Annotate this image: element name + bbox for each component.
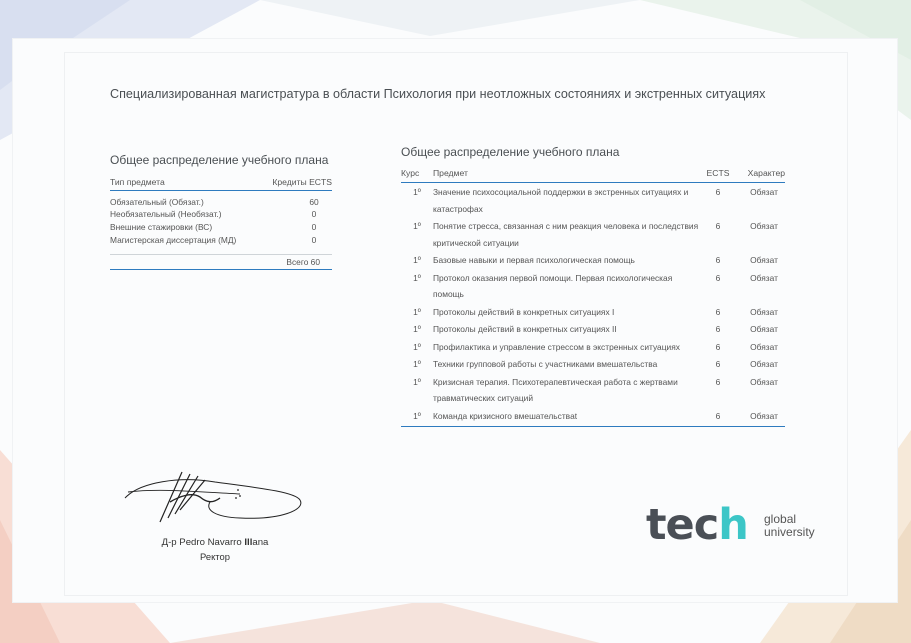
curriculum-row: 1º Понятие стресса, связанная с ним реакц…: [401, 218, 785, 251]
row-type: Обязат: [750, 221, 778, 231]
row-type: Обязат: [750, 410, 778, 421]
row-ects: 6: [715, 255, 721, 265]
summary-col-credits: Кредиты ECTS: [272, 177, 332, 187]
curriculum-row: 1º Протоколы действий в конкретных ситуац…: [401, 321, 785, 338]
summary-heading: Общее распределение учебного плана: [110, 153, 329, 167]
col-type: Характер: [747, 168, 785, 178]
row-subject: Кризисная терапия. Психотерапевтическая …: [433, 376, 678, 404]
curriculum-heading: Общее распределение учебного плана: [401, 145, 620, 159]
col-ects: ECTS: [706, 168, 730, 178]
row-type: Обязат: [750, 306, 778, 317]
row-type: Обязат: [750, 359, 778, 369]
row-course: 1º: [413, 255, 421, 265]
row-subject: Базовые навыки и первая психологическая …: [433, 255, 635, 265]
summary-col-type: Тип предмета: [110, 177, 165, 187]
row-subject: Техники групповой работы с участниками в…: [433, 359, 658, 369]
tech-university-logo: tech global university: [646, 500, 826, 550]
row-course: 1º: [413, 341, 421, 352]
row-course: 1º: [413, 187, 421, 197]
summary-row: Внешние стажировки (ВС) 0: [110, 222, 332, 233]
summary-row-label: Внешние стажировки (ВС): [110, 222, 213, 232]
row-course: 1º: [413, 324, 421, 334]
row-ects: 6: [715, 221, 721, 231]
curriculum-row: 1º Техники групповой работы с участниками…: [401, 356, 785, 373]
signature-image: [124, 471, 302, 523]
logo-subtitle: global university: [764, 512, 815, 539]
curriculum-table: Общее распределение учебного плана Курс …: [401, 145, 785, 427]
logo-wordmark: tech: [646, 500, 749, 550]
summary-total: Всего 60: [110, 254, 332, 270]
curriculum-row: 1º Протоколы действий в конкретных ситуац…: [401, 304, 785, 321]
curriculum-row: 1º Кризисная терапия. Психотерапевтическа…: [401, 374, 785, 407]
row-ects: 6: [715, 324, 721, 334]
signer-role: Ректор: [200, 551, 230, 562]
row-type: Обязат: [750, 341, 778, 352]
curriculum-row: 1º Базовые навыки и первая психологическа…: [401, 252, 785, 269]
row-subject: Значение психосоциальной поддержки в экс…: [433, 187, 689, 214]
row-course: 1º: [413, 221, 421, 231]
summary-row-value: 60: [309, 197, 319, 207]
curriculum-row: 1º Профилактика и управление стрессом в э…: [401, 339, 785, 356]
curriculum-header-row: Курс Предмет ECTS Характер: [401, 168, 785, 183]
summary-row-label: Обязательный (Обязат.): [110, 197, 204, 207]
row-subject: Команда кризисного вмешательствat: [433, 410, 578, 421]
summary-row-value: 0: [311, 222, 317, 232]
summary-row-value: 0: [311, 209, 317, 219]
summary-row: Магистерская диссертация (МД) 0: [110, 235, 332, 246]
row-ects: 6: [715, 341, 721, 352]
summary-table: Общее распределение учебного плана Тип п…: [110, 153, 332, 270]
summary-header-row: Тип предмета Кредиты ECTS: [110, 177, 332, 191]
col-course: Курс: [401, 168, 420, 178]
row-ects: 6: [715, 272, 721, 283]
row-ects: 6: [715, 187, 721, 197]
summary-row-label: Магистерская диссертация (МД): [110, 235, 237, 245]
summary-row: Необязательный (Необязат.) 0: [110, 209, 332, 220]
row-ects: 6: [715, 359, 721, 369]
row-ects: 6: [715, 376, 721, 387]
row-course: 1º: [413, 410, 421, 421]
row-course: 1º: [413, 306, 421, 317]
curriculum-row: 1º Протокол оказания первой помощи. Перва…: [401, 270, 785, 303]
row-type: Обязат: [750, 376, 778, 387]
row-subject: Протокол оказания первой помощи. Первая …: [433, 272, 673, 300]
row-ects: 6: [715, 306, 721, 317]
row-subject: Профилактика и управление стрессом в экс…: [433, 341, 680, 352]
row-subject: Понятие стресса, связанная с ним реакция…: [433, 221, 699, 248]
program-title: Специализированная магистратура в област…: [110, 87, 766, 101]
col-subject: Предмет: [433, 168, 468, 178]
row-type: Обязат: [750, 324, 778, 334]
summary-row-value: 0: [311, 235, 317, 245]
summary-row: Обязательный (Обязат.) 60: [110, 197, 332, 208]
row-type: Обязат: [750, 255, 778, 265]
row-course: 1º: [413, 376, 421, 387]
curriculum-row: 1º Команда кризисного вмешательствat 6 Обяз…: [401, 408, 785, 425]
curriculum-rows: 1º Значение психосоциальной поддержки в э…: [401, 184, 785, 424]
signer-name: Д-р Pedro Navarro Illana: [161, 537, 269, 548]
row-type: Обязат: [750, 187, 778, 197]
row-course: 1º: [413, 359, 421, 369]
curriculum-bottom-rule: [401, 426, 785, 427]
curriculum-row: 1º Значение психосоциальной поддержки в э…: [401, 184, 785, 217]
summary-row-label: Необязательный (Необязат.): [110, 209, 222, 219]
row-type: Обязат: [750, 272, 778, 283]
row-ects: 6: [715, 410, 721, 421]
row-course: 1º: [413, 272, 421, 283]
row-subject: Протоколы действий в конкретных ситуация…: [433, 306, 615, 317]
row-subject: Протоколы действий в конкретных ситуация…: [433, 324, 617, 334]
